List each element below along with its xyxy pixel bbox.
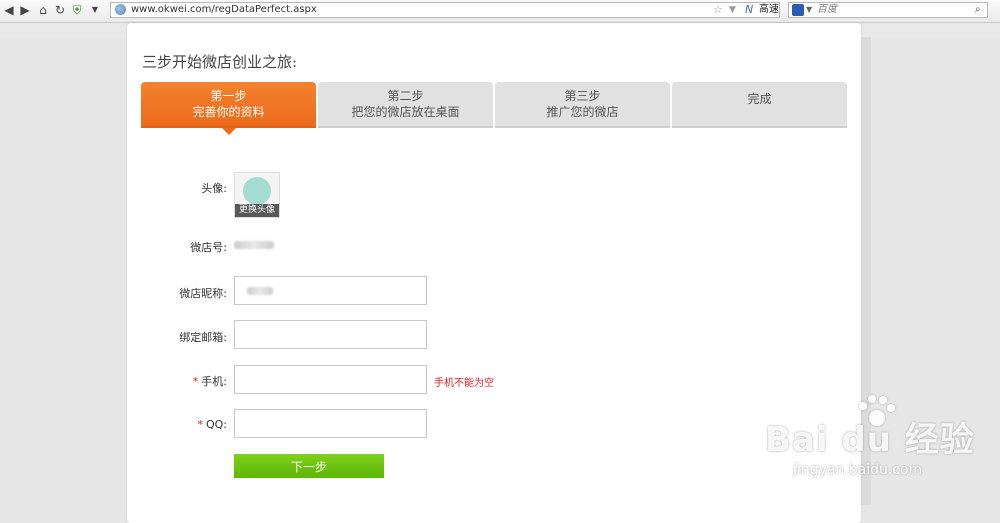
step-3-number: 第三步 bbox=[564, 89, 601, 103]
qq-label: QQ: bbox=[205, 418, 227, 431]
dropdown-icon[interactable]: ▼ bbox=[88, 2, 102, 18]
step-3-title: 推广您的微店 bbox=[546, 105, 619, 119]
step-2-number: 第二步 bbox=[387, 89, 424, 103]
nickname-value-redacted bbox=[247, 287, 273, 295]
home-icon[interactable]: ⌂ bbox=[36, 2, 50, 18]
baidu-jingyan-watermark: Bai du 经验 jingyan.baidu.com bbox=[765, 394, 1000, 494]
avatar[interactable]: 更换头像 bbox=[234, 172, 280, 218]
email-label: 绑定邮箱: bbox=[179, 331, 227, 344]
phone-label: 手机: bbox=[201, 375, 227, 388]
phone-label-row: * 手机: bbox=[127, 373, 227, 389]
address-bar[interactable]: www.okwei.com/regDataPerfect.aspx ☆ ▼ N … bbox=[110, 2, 780, 18]
avatar-image bbox=[243, 177, 271, 205]
accelerator-icon[interactable]: N bbox=[745, 3, 753, 17]
shop-id-value-redacted bbox=[234, 241, 274, 249]
qq-field[interactable] bbox=[234, 409, 427, 438]
nickname-label: 微店昵称: bbox=[179, 287, 227, 300]
search-box[interactable]: ▼ 百度 ⌕ bbox=[788, 2, 988, 18]
change-avatar-button[interactable]: 更换头像 bbox=[235, 204, 279, 217]
step-2-tab: 第二步 把您的微店放在桌面 bbox=[318, 82, 493, 128]
email-input[interactable] bbox=[235, 321, 426, 348]
speed-label[interactable]: 高速 bbox=[759, 3, 779, 17]
step-tabs: 第一步 完善你的资料 第二步 把您的微店放在桌面 第三步 推广您的微店 完成 bbox=[141, 82, 847, 135]
step-4-tab: 完成 bbox=[672, 82, 847, 128]
step-1-tab: 第一步 完善你的资料 bbox=[141, 82, 316, 128]
avatar-label: 头像: bbox=[201, 182, 227, 195]
history-arrow-icon[interactable]: ▼ bbox=[729, 3, 736, 17]
phone-error-message: 手机不能为空 bbox=[434, 378, 494, 389]
qq-required-mark: * bbox=[197, 418, 203, 431]
email-field[interactable] bbox=[234, 320, 427, 349]
page-title: 三步开始微店创业之旅: bbox=[142, 53, 298, 71]
shield-icon[interactable]: ⛨ bbox=[70, 2, 84, 18]
bookmark-star-icon[interactable]: ☆ bbox=[713, 3, 723, 17]
address-url: www.okwei.com/regDataPerfect.aspx bbox=[131, 4, 317, 15]
phone-required-mark: * bbox=[192, 375, 199, 388]
browser-toolbar: ◀ ▶ ⌂ ↻ ⛨ ▼ www.okwei.com/regDataPerfect… bbox=[0, 0, 1000, 23]
search-icon[interactable]: ⌕ bbox=[975, 3, 981, 17]
back-icon[interactable]: ◀ bbox=[2, 2, 16, 18]
search-placeholder: 百度 bbox=[817, 4, 837, 15]
step-4-title: 完成 bbox=[747, 92, 772, 106]
shop-id-label: 微店号: bbox=[190, 241, 227, 254]
chevron-down-icon[interactable]: ▼ bbox=[806, 3, 812, 17]
step-2-title: 把您的微店放在桌面 bbox=[351, 105, 460, 119]
refresh-icon[interactable]: ↻ bbox=[53, 2, 67, 18]
search-engine-icon[interactable] bbox=[792, 4, 804, 16]
watermark-main-text: Bai du 经验 bbox=[765, 420, 975, 460]
step-3-tab: 第三步 推广您的微店 bbox=[495, 82, 670, 128]
registration-card: 三步开始微店创业之旅: 第一步 完善你的资料 第二步 把您的微店放在桌面 第三步… bbox=[127, 23, 861, 523]
nickname-field[interactable] bbox=[234, 276, 427, 305]
phone-field[interactable] bbox=[234, 365, 427, 394]
next-step-button[interactable]: 下一步 bbox=[234, 454, 384, 478]
globe-icon bbox=[115, 4, 126, 15]
step-1-number: 第一步 bbox=[210, 89, 247, 103]
qq-input[interactable] bbox=[235, 410, 426, 437]
qq-label-row: * QQ: bbox=[127, 418, 227, 431]
watermark-url-text: jingyan.baidu.com bbox=[793, 462, 923, 478]
forward-icon[interactable]: ▶ bbox=[18, 2, 32, 18]
step-1-title: 完善你的资料 bbox=[192, 105, 265, 119]
active-step-caret bbox=[222, 128, 236, 135]
phone-input[interactable] bbox=[235, 366, 426, 393]
